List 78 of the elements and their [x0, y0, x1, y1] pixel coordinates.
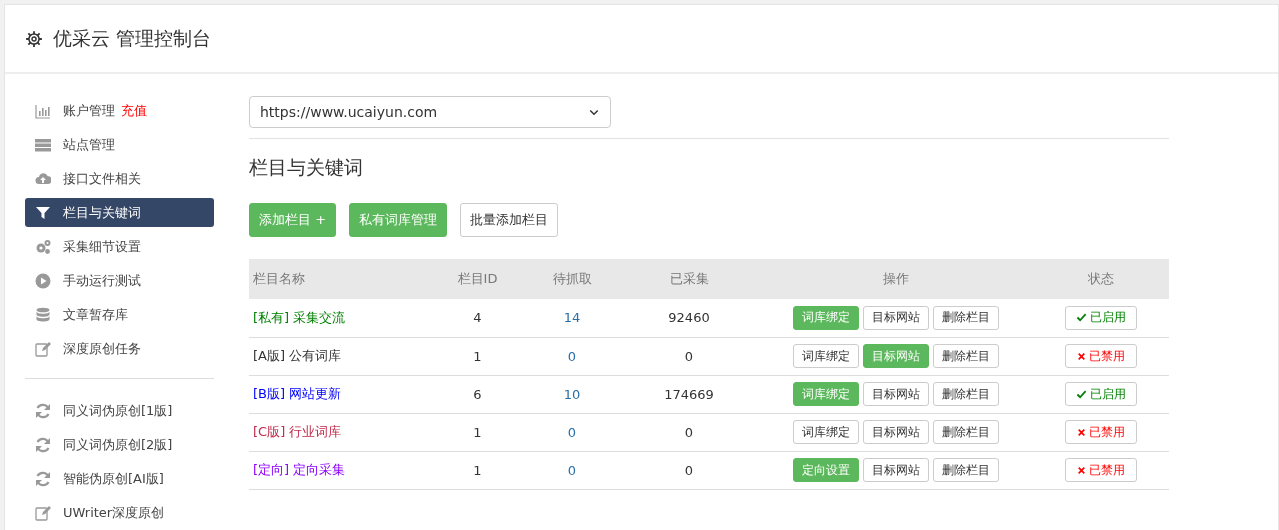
table-cell: 0: [567, 348, 577, 364]
sidebar-item[interactable]: 站点管理: [25, 130, 214, 159]
filter-icon: [35, 204, 51, 221]
table-cell: 14: [563, 310, 581, 326]
table-cell: 0: [684, 462, 694, 478]
check-icon: [1075, 388, 1087, 400]
action-button[interactable]: 词库绑定: [793, 420, 859, 444]
table-cell: 0: [684, 424, 694, 440]
status-button[interactable]: 已禁用: [1064, 344, 1137, 368]
refresh-icon: [35, 436, 51, 453]
refresh-icon: [35, 470, 51, 487]
table-cell: 1: [473, 348, 482, 364]
column-name: [定向] 定向采集: [253, 462, 346, 477]
action-button[interactable]: 目标网站: [863, 458, 929, 482]
play-icon: [35, 272, 51, 289]
database-icon: [35, 306, 51, 323]
cross-icon: [1076, 427, 1086, 437]
status-button[interactable]: 已启用: [1064, 305, 1137, 330]
console-title: 优采云 管理控制台: [53, 25, 212, 51]
edit-icon: [35, 504, 51, 521]
sidebar-item[interactable]: 接口文件相关: [25, 164, 214, 193]
column-header: 状态: [1032, 259, 1169, 299]
table-cell: 174669: [664, 386, 714, 402]
action-button[interactable]: 目标网站: [863, 305, 929, 330]
table-cell: 92460: [668, 310, 710, 326]
sidebar-item[interactable]: 文章暂存库: [25, 300, 214, 329]
action-button[interactable]: 删除栏目: [933, 458, 999, 482]
column-name: [B版] 网站更新: [253, 386, 342, 401]
recharge-link[interactable]: 充值: [121, 101, 147, 120]
column-header: 操作: [760, 259, 1032, 299]
action-button[interactable]: 删除栏目: [933, 420, 999, 444]
table-cell: 4: [473, 310, 482, 326]
table-cell: 0: [567, 424, 577, 440]
gears-icon: [35, 238, 51, 255]
table-cell: 10: [563, 386, 581, 402]
column-name: [私有] 采集交流: [253, 309, 346, 325]
edit-icon: [35, 340, 51, 357]
cross-icon: [1076, 351, 1086, 361]
column-header: 已采集: [618, 259, 760, 299]
sidebar-item[interactable]: UWriter深度原创: [25, 498, 214, 527]
check-icon: [1075, 312, 1087, 324]
table-cell: 6: [473, 386, 482, 402]
action-button[interactable]: 删除栏目: [933, 382, 999, 406]
cloud-upload-icon: [35, 170, 51, 187]
column-header: 待抓取: [526, 259, 618, 299]
sidebar-item[interactable]: 栏目与关键词: [25, 198, 214, 227]
table-cell: 1: [473, 462, 482, 478]
column-header: 栏目ID: [429, 259, 526, 299]
gear-icon: [25, 29, 43, 48]
table-cell: 0: [684, 348, 694, 364]
sidebar-item[interactable]: 账户管理 充值: [25, 96, 214, 125]
table-cell: 0: [567, 462, 577, 478]
table-cell: 1: [473, 424, 482, 440]
sidebar-item[interactable]: 智能伪原创[AI版]: [25, 464, 214, 493]
action-button[interactable]: 删除栏目: [933, 305, 999, 330]
action-button[interactable]: 目标网站: [863, 382, 929, 406]
column-name: [C版] 行业词库: [253, 424, 342, 439]
refresh-icon: [35, 402, 51, 419]
status-button[interactable]: 已禁用: [1064, 420, 1137, 444]
action-button[interactable]: 词库绑定: [793, 344, 859, 368]
action-button[interactable]: 删除栏目: [933, 344, 999, 368]
item-label: 账户管理: [63, 101, 115, 120]
status-button[interactable]: 已禁用: [1064, 458, 1137, 482]
sidebar-item[interactable]: 深度原创任务: [25, 334, 214, 363]
chart-icon: [35, 102, 51, 119]
toolbar-button[interactable]: 批量添加栏目: [460, 203, 559, 237]
cross-icon: [1076, 465, 1086, 475]
sidebar-item[interactable]: 同义词伪原创[2版]: [25, 430, 214, 459]
sidebar-item[interactable]: 手动运行测试: [25, 266, 214, 295]
section-title: 栏目与关键词: [249, 155, 364, 180]
action-button[interactable]: 目标网站: [863, 420, 929, 444]
sidebar-item[interactable]: 采集细节设置: [25, 232, 214, 261]
column-name: [A版] 公有词库: [253, 348, 342, 363]
server-icon: [35, 136, 51, 153]
status-button[interactable]: 已启用: [1064, 382, 1137, 406]
column-header: 栏目名称: [249, 259, 429, 299]
sidebar-item[interactable]: 同义词伪原创[1版]: [25, 396, 214, 425]
site-select[interactable]: https://www.ucaiyun.com: [249, 96, 611, 128]
